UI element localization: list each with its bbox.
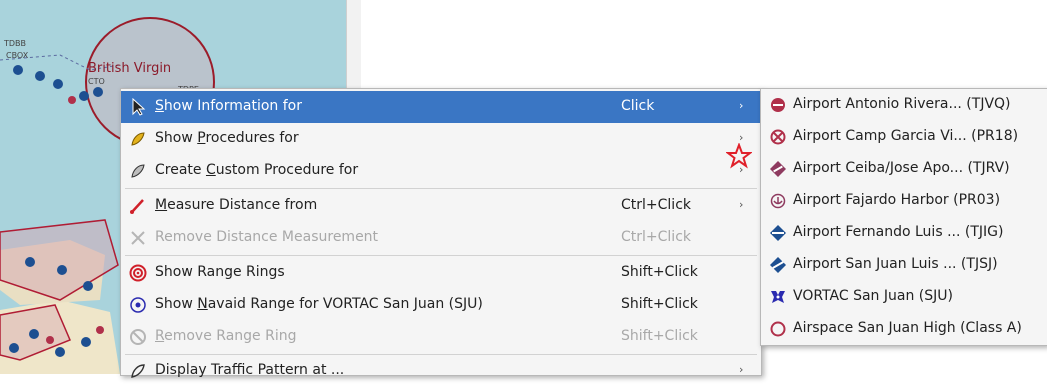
- menu-item-label: Remove Range Ring: [155, 328, 297, 344]
- menu-item-label: Show Procedures for: [155, 130, 299, 146]
- menu-item-shortcut: Shift+Click: [621, 328, 698, 344]
- map-small-label: CBOX: [6, 51, 29, 60]
- submenu-item-label: Airport Ceiba/Jose Apo... (TJRV): [793, 160, 1010, 176]
- submenu-item[interactable]: Airport Fernando Luis ... (TJIG): [761, 217, 1047, 249]
- remove-range-icon: [130, 329, 146, 345]
- submenu-arrow-icon: ›: [739, 198, 744, 211]
- submenu-item[interactable]: Airport Ceiba/Jose Apo... (TJRV): [761, 153, 1047, 185]
- menu-item-shortcut: Ctrl+Click: [621, 229, 691, 245]
- submenu-item-label: Airport Antonio Rivera... (TJVQ): [793, 96, 1011, 112]
- menu-item-label: Show Navaid Range for VORTAC San Juan (S…: [155, 296, 483, 312]
- remove-measure-icon: [131, 231, 145, 245]
- airport-diamond-icon: [770, 161, 786, 177]
- cursor-icon: [132, 98, 146, 116]
- context-menu: Show Information for Click › Show Proced…: [120, 88, 762, 378]
- submenu-show-information: Airport Antonio Rivera... (TJVQ) Airport…: [760, 88, 1047, 346]
- seaplane-base-icon: [770, 193, 786, 209]
- custom-procedure-icon: [131, 164, 145, 178]
- menu-item-show-information[interactable]: Show Information for Click ›: [121, 91, 761, 123]
- submenu-item[interactable]: Airport Fajardo Harbor (PR03): [761, 185, 1047, 217]
- menu-item-display-traffic-pattern[interactable]: Display Traffic Pattern at ... ›: [121, 355, 761, 387]
- airport-closed-icon: [771, 98, 785, 112]
- airport-diamond-icon: [770, 225, 786, 241]
- submenu-item[interactable]: VORTAC San Juan (SJU): [761, 281, 1047, 313]
- menu-item-label: Display Traffic Pattern at ...: [155, 362, 345, 378]
- map-region-label: British Virgin: [88, 61, 171, 76]
- submenu-item-label: Airport Camp Garcia Vi... (PR18): [793, 128, 1019, 144]
- menu-item-show-navaid-range[interactable]: Show Navaid Range for VORTAC San Juan (S…: [121, 289, 761, 321]
- menu-item-shortcut: Shift+Click: [621, 296, 698, 312]
- submenu-item[interactable]: Airspace San Juan High (Class A): [761, 313, 1047, 345]
- menu-separator: [125, 255, 757, 256]
- submenu-item-label: Airport San Juan Luis ... (TJSJ): [793, 256, 998, 272]
- menu-item-shortcut: Ctrl+Click: [621, 197, 691, 213]
- vortac-icon: [771, 291, 785, 303]
- measure-icon: [130, 199, 144, 214]
- menu-item-show-range-rings[interactable]: Show Range Rings Shift+Click: [121, 257, 761, 289]
- airport-military-icon: [770, 129, 786, 145]
- submenu-item-label: Airspace San Juan High (Class A): [793, 320, 1022, 336]
- submenu-item-label: Airport Fernando Luis ... (TJIG): [793, 224, 1004, 240]
- menu-item-label: Measure Distance from: [155, 197, 318, 213]
- menu-item-label: Show Information for: [155, 98, 302, 114]
- map-small-label: CTO: [88, 77, 105, 86]
- submenu-item-label: VORTAC San Juan (SJU): [793, 288, 953, 304]
- menu-item-remove-range-ring[interactable]: Remove Range Ring Shift+Click: [121, 321, 761, 353]
- submenu-item[interactable]: Airport San Juan Luis ... (TJSJ): [761, 249, 1047, 281]
- range-rings-icon: [129, 264, 147, 282]
- airport-diamond-icon: [770, 257, 786, 273]
- submenu-item-label: Airport Fajardo Harbor (PR03): [793, 192, 1001, 208]
- submenu-arrow-icon: ›: [739, 99, 744, 112]
- submenu-item[interactable]: Airport Camp Garcia Vi... (PR18): [761, 121, 1047, 153]
- map-small-label: TDBB: [3, 39, 26, 48]
- menu-item-create-custom-procedure[interactable]: Create Custom Procedure for ›: [121, 155, 761, 187]
- menu-separator: [125, 188, 757, 189]
- submenu-item[interactable]: Airport Antonio Rivera... (TJVQ): [761, 89, 1047, 121]
- menu-item-label: Create Custom Procedure for: [155, 162, 359, 178]
- menu-item-shortcut: Click: [621, 98, 655, 114]
- navaid-range-icon: [130, 297, 146, 313]
- traffic-pattern-icon: [131, 364, 145, 378]
- menu-item-label: Remove Distance Measurement: [155, 229, 379, 245]
- menu-item-remove-distance[interactable]: Remove Distance Measurement Ctrl+Click: [121, 222, 761, 254]
- star-marker-icon: [726, 143, 752, 169]
- menu-item-label: Show Range Rings: [155, 264, 285, 280]
- airspace-icon: [770, 321, 786, 337]
- submenu-arrow-icon: ›: [739, 363, 744, 376]
- menu-item-show-procedures[interactable]: Show Procedures for ›: [121, 123, 761, 155]
- menu-item-measure-distance[interactable]: Measure Distance from Ctrl+Click ›: [121, 190, 761, 222]
- procedure-icon: [131, 132, 145, 146]
- menu-item-shortcut: Shift+Click: [621, 264, 698, 280]
